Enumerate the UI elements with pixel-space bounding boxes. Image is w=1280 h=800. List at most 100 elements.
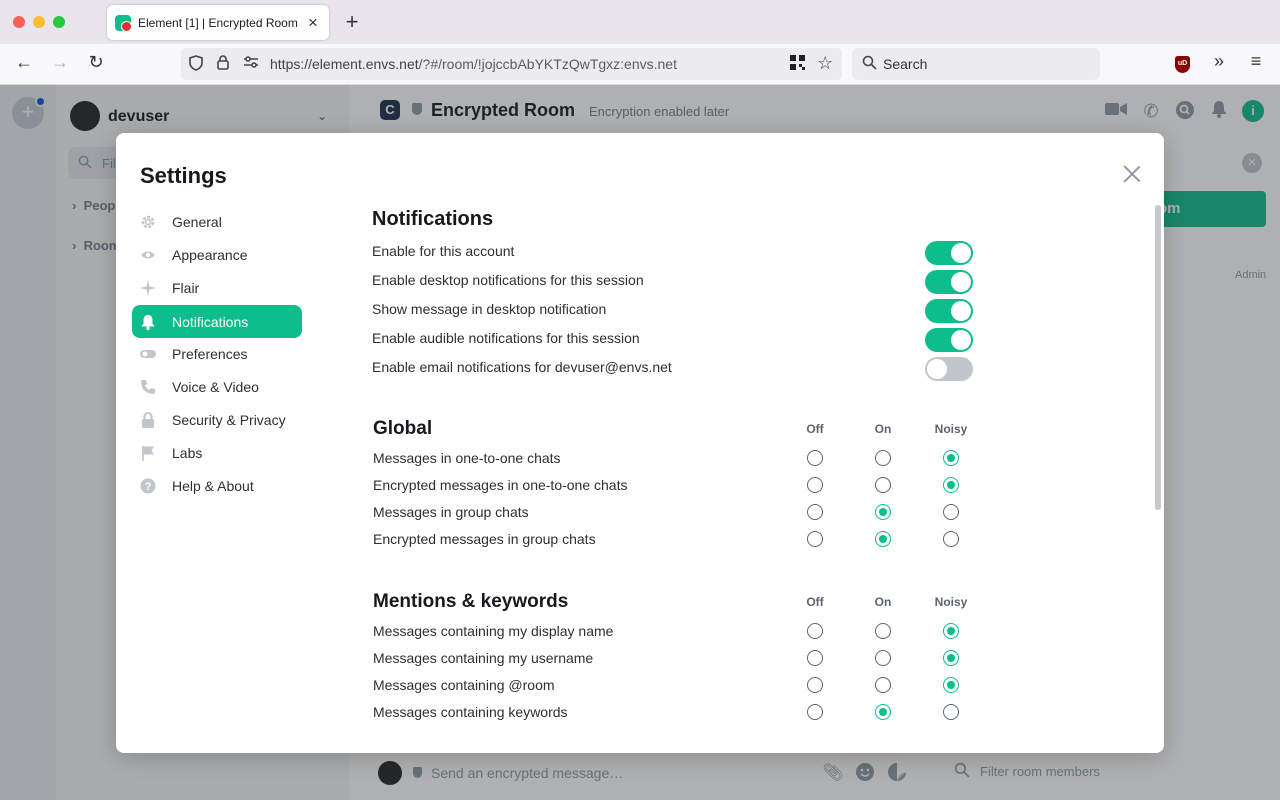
radio-noisy[interactable]	[943, 623, 959, 639]
eye-icon	[140, 247, 156, 263]
mentions-row-label: Messages containing @room	[373, 677, 555, 693]
toggle-label: Enable audible notifications for this se…	[372, 330, 640, 346]
radio-noisy[interactable]	[943, 450, 959, 466]
audible-notifications-toggle[interactable]	[925, 328, 973, 352]
browser-titlebar: Element [1] | Encrypted Room × +	[0, 0, 1280, 44]
desktop-notifications-toggle[interactable]	[925, 270, 973, 294]
settings-tab-flair[interactable]: Flair	[132, 271, 302, 304]
toggle-label: Show message in desktop notification	[372, 301, 607, 317]
tab-title: Element [1] | Encrypted Room	[138, 15, 298, 30]
toggle-label: Enable desktop notifications for this se…	[372, 272, 644, 288]
radio-off[interactable]	[807, 677, 823, 693]
global-row-label: Messages in group chats	[373, 504, 529, 520]
settings-tab-labs[interactable]: Labs	[132, 436, 302, 469]
settings-tab-notifications[interactable]: Notifications	[132, 305, 302, 338]
radio-on[interactable]	[875, 477, 891, 493]
lock-icon	[140, 411, 156, 428]
radio-off[interactable]	[807, 477, 823, 493]
column-off: Off	[806, 595, 824, 609]
radio-on[interactable]	[875, 704, 891, 720]
window-minimize-button[interactable]	[33, 16, 45, 28]
global-row-label: Encrypted messages in one-to-one chats	[373, 477, 628, 493]
back-icon[interactable]: ←	[12, 52, 36, 73]
mentions-heading: Mentions & keywords	[373, 591, 569, 612]
email-notifications-toggle[interactable]	[925, 357, 973, 381]
radio-noisy[interactable]	[943, 531, 959, 547]
menu-icon[interactable]: ≡	[1244, 51, 1268, 72]
global-row-label: Encrypted messages in group chats	[373, 531, 596, 547]
reload-icon[interactable]: ↻	[84, 52, 108, 73]
enable-account-toggle[interactable]	[925, 241, 973, 265]
toggle-icon	[140, 346, 156, 362]
global-row-label: Messages in one-to-one chats	[373, 450, 561, 466]
radio-on[interactable]	[875, 504, 891, 520]
mentions-row-label: Messages containing my display name	[373, 623, 614, 639]
column-noisy: Noisy	[934, 595, 968, 609]
lock-icon[interactable]	[217, 55, 229, 74]
window-zoom-button[interactable]	[53, 16, 65, 28]
qr-code-icon[interactable]	[790, 55, 805, 74]
forward-icon[interactable]: →	[48, 52, 72, 73]
settings-tab-appearance[interactable]: Appearance	[132, 238, 302, 271]
settings-content: Notifications Enable for this account En…	[372, 133, 1162, 753]
settings-tab-security-privacy[interactable]: Security & Privacy	[132, 403, 302, 436]
permissions-icon[interactable]	[243, 55, 259, 73]
sparkle-icon	[140, 279, 156, 296]
radio-on[interactable]	[875, 450, 891, 466]
radio-on[interactable]	[875, 531, 891, 547]
bookmark-star-icon[interactable]: ☆	[817, 53, 833, 74]
browser-navbar: ← → ↻ https://element.envs.net/?#/room/!…	[0, 44, 1280, 85]
new-tab-icon[interactable]: +	[341, 9, 363, 35]
notifications-heading: Notifications	[372, 208, 494, 230]
dialog-title: Settings	[140, 163, 227, 188]
show-message-toggle[interactable]	[925, 299, 973, 323]
radio-off[interactable]	[807, 623, 823, 639]
toggle-label: Enable for this account	[372, 243, 515, 259]
radio-noisy[interactable]	[943, 650, 959, 666]
url-text: https://element.envs.net/?#/room/!jojccb…	[270, 56, 677, 72]
column-noisy: Noisy	[934, 422, 968, 436]
settings-tab-general[interactable]: General	[132, 205, 302, 238]
radio-on[interactable]	[875, 650, 891, 666]
url-bar[interactable]: https://element.envs.net/?#/room/!jojccb…	[181, 48, 842, 80]
svg-text:?: ?	[145, 481, 152, 493]
column-on: On	[874, 422, 892, 436]
extensions-overflow-icon[interactable]: »	[1207, 51, 1231, 72]
window-close-button[interactable]	[13, 16, 25, 28]
radio-on[interactable]	[875, 677, 891, 693]
radio-off[interactable]	[807, 650, 823, 666]
phone-icon	[140, 379, 156, 395]
radio-on[interactable]	[875, 623, 891, 639]
column-off: Off	[806, 422, 824, 436]
bell-icon	[140, 314, 156, 330]
search-icon	[862, 55, 877, 74]
radio-off[interactable]	[807, 704, 823, 720]
settings-dialog: Settings General Appearance Flair Notifi…	[116, 133, 1164, 753]
gear-icon	[140, 214, 156, 230]
mentions-row-label: Messages containing keywords	[373, 704, 568, 720]
settings-tab-voice-video[interactable]: Voice & Video	[132, 370, 302, 403]
settings-scrollbar[interactable]	[1155, 205, 1161, 510]
tab-close-icon[interactable]: ×	[305, 13, 321, 33]
flag-icon	[140, 445, 156, 461]
column-on: On	[874, 595, 892, 609]
browser-tab[interactable]: Element [1] | Encrypted Room ×	[107, 5, 329, 40]
ublock-extension-icon[interactable]: uD	[1175, 56, 1190, 73]
element-favicon-icon	[115, 14, 132, 32]
settings-tab-help-about[interactable]: ? Help & About	[132, 469, 302, 502]
global-heading: Global	[373, 418, 433, 439]
radio-off[interactable]	[807, 531, 823, 547]
search-placeholder: Search	[883, 56, 928, 72]
radio-noisy[interactable]	[943, 477, 959, 493]
radio-noisy[interactable]	[943, 504, 959, 520]
shield-icon[interactable]	[189, 55, 203, 75]
help-icon: ?	[140, 478, 156, 494]
radio-noisy[interactable]	[943, 704, 959, 720]
radio-noisy[interactable]	[943, 677, 959, 693]
mentions-row-label: Messages containing my username	[373, 650, 594, 666]
browser-search-field[interactable]: Search	[852, 48, 1100, 80]
toggle-label: Enable email notifications for devuser@e…	[372, 359, 672, 375]
radio-off[interactable]	[807, 450, 823, 466]
radio-off[interactable]	[807, 504, 823, 520]
settings-tab-preferences[interactable]: Preferences	[132, 337, 302, 370]
